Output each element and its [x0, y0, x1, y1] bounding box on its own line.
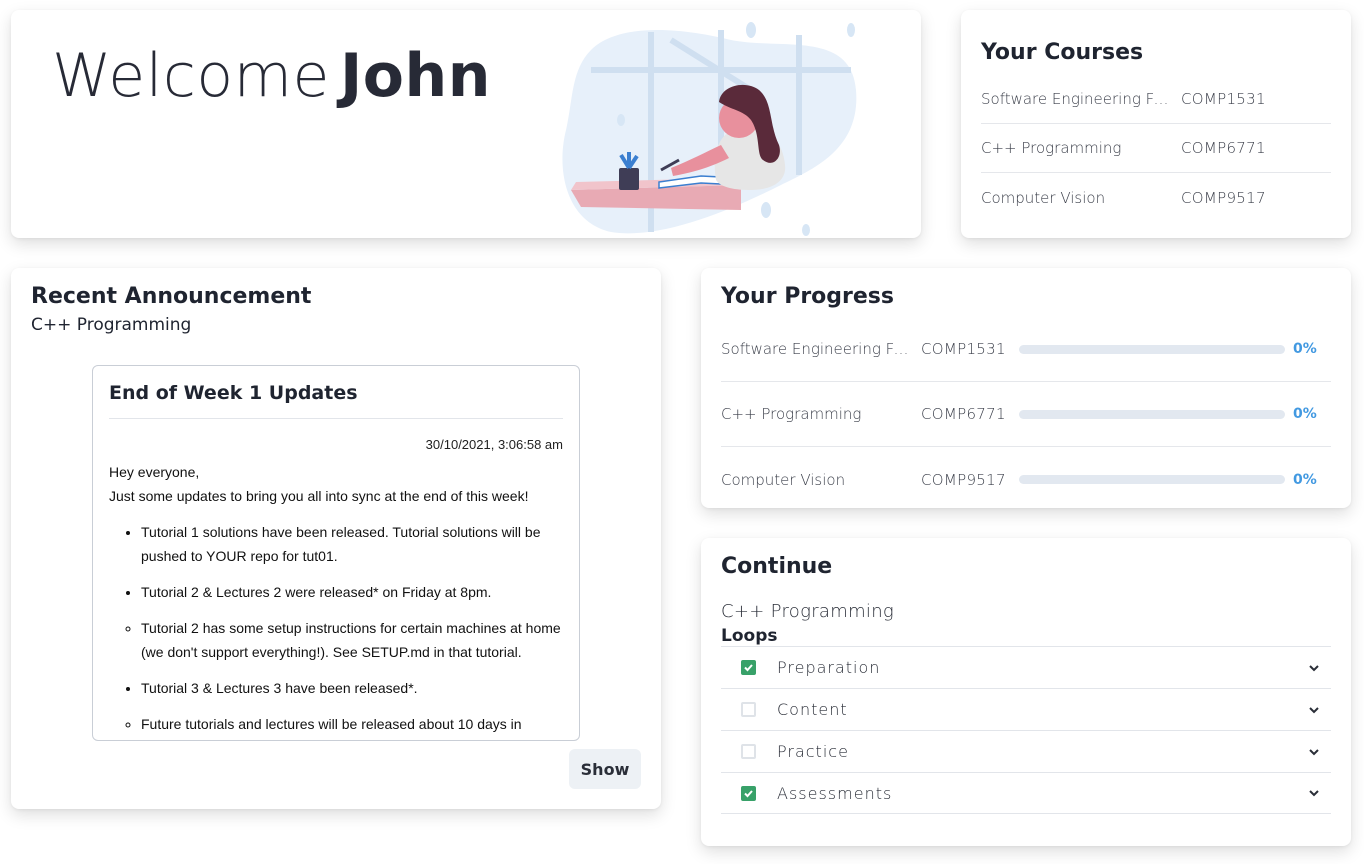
accordion-label: Assessments: [777, 783, 893, 803]
announcement-post[interactable]: End of Week 1 Updates 30/10/2021, 3:06:5…: [92, 365, 580, 741]
post-bullet: Tutorial 2 has some setup instructions f…: [141, 616, 563, 664]
progress-row[interactable]: Computer Vision COMP9517 0%: [721, 447, 1331, 512]
courses-card: Your Courses Software Engineering Fundam…: [961, 10, 1351, 238]
progress-bar: [1019, 475, 1285, 484]
progress-course-code: COMP9517: [921, 470, 1006, 489]
progress-row[interactable]: Software Engineering Fundamentals COMP15…: [721, 317, 1331, 382]
announcement-title: Recent Announcement: [31, 284, 312, 309]
checkbox-icon[interactable]: [741, 702, 756, 717]
chevron-down-icon[interactable]: [1307, 745, 1321, 759]
chevron-down-icon[interactable]: [1307, 786, 1321, 800]
courses-title: Your Courses: [981, 40, 1144, 65]
post-bullet: Tutorial 2 & Lectures 2 were released* o…: [141, 580, 563, 604]
course-code: COMP1531: [1181, 90, 1266, 108]
course-code: COMP9517: [1181, 188, 1266, 207]
accordion-item-assessments[interactable]: Assessments: [721, 772, 1331, 814]
course-row[interactable]: C++ Programming COMP6771: [981, 124, 1331, 173]
checkbox-icon[interactable]: [741, 744, 756, 759]
welcome-card: Welcome John: [11, 10, 921, 238]
progress-course-code: COMP1531: [921, 340, 1006, 358]
progress-list: Software Engineering Fundamentals COMP15…: [721, 317, 1331, 512]
progress-percent: 0%: [1293, 471, 1317, 488]
course-name: Computer Vision: [981, 188, 1106, 207]
continue-course: C++ Programming: [721, 601, 895, 622]
course-name: Software Engineering Fundamentals: [981, 90, 1181, 108]
accordion-item-content[interactable]: Content: [721, 688, 1331, 730]
progress-bar: [1019, 409, 1285, 419]
post-bullets: Tutorial 1 solutions have been released.…: [109, 520, 563, 740]
post-bullet: Tutorial 3 & Lectures 3 have been releas…: [141, 676, 563, 700]
progress-row[interactable]: C++ Programming COMP6771 0%: [721, 382, 1331, 447]
continue-topic: Loops: [721, 626, 778, 646]
continue-card: Continue C++ Programming Loops Preparati…: [701, 538, 1351, 846]
continue-title: Continue: [721, 554, 833, 579]
chevron-down-icon[interactable]: [1307, 661, 1321, 675]
course-code: COMP6771: [1181, 139, 1266, 157]
section-accordion: Preparation Content Practice Assessments: [721, 646, 1331, 814]
progress-course-name: Computer Vision: [721, 470, 846, 489]
progress-course-name: Software Engineering Fundamentals: [721, 340, 921, 358]
chevron-down-icon[interactable]: [1307, 703, 1321, 717]
announcement-course: C++ Programming: [31, 315, 192, 335]
course-row[interactable]: Computer Vision COMP9517: [981, 173, 1331, 222]
progress-card: Your Progress Software Engineering Funda…: [701, 268, 1351, 508]
progress-course-code: COMP6771: [921, 405, 1006, 423]
accordion-label: Preparation: [777, 658, 881, 677]
checkbox-icon[interactable]: [741, 785, 756, 801]
course-row[interactable]: Software Engineering Fundamentals COMP15…: [981, 75, 1331, 124]
progress-bar: [1019, 344, 1285, 354]
welcome-greeting: Welcome: [52, 41, 330, 111]
post-date: 30/10/2021, 3:06:58 am: [425, 437, 563, 452]
checkbox-icon[interactable]: [741, 660, 756, 675]
welcome-user-name: John: [339, 41, 491, 111]
accordion-label: Practice: [777, 742, 849, 761]
progress-title: Your Progress: [721, 284, 894, 309]
post-intro: Just some updates to bring you all into …: [109, 488, 529, 504]
post-body: Hey everyone, Just some updates to bring…: [109, 460, 563, 740]
progress-percent: 0%: [1293, 341, 1317, 357]
accordion-item-preparation[interactable]: Preparation: [721, 646, 1331, 688]
studying-illustration: [562, 22, 857, 236]
post-bullet: Future tutorials and lectures will be re…: [141, 712, 563, 740]
announcement-card: Recent Announcement C++ Programming End …: [11, 268, 661, 809]
post-bullet: Tutorial 1 solutions have been released.…: [141, 520, 563, 568]
progress-course-name: C++ Programming: [721, 405, 862, 423]
accordion-label: Content: [777, 700, 848, 719]
progress-percent: 0%: [1293, 406, 1317, 422]
post-title: End of Week 1 Updates: [109, 382, 563, 419]
course-name: C++ Programming: [981, 139, 1122, 157]
show-button[interactable]: Show: [569, 749, 641, 789]
post-greeting: Hey everyone,: [109, 464, 200, 480]
accordion-item-practice[interactable]: Practice: [721, 730, 1331, 772]
course-list: Software Engineering Fundamentals COMP15…: [981, 75, 1331, 222]
welcome-heading: Welcome John: [52, 38, 491, 114]
